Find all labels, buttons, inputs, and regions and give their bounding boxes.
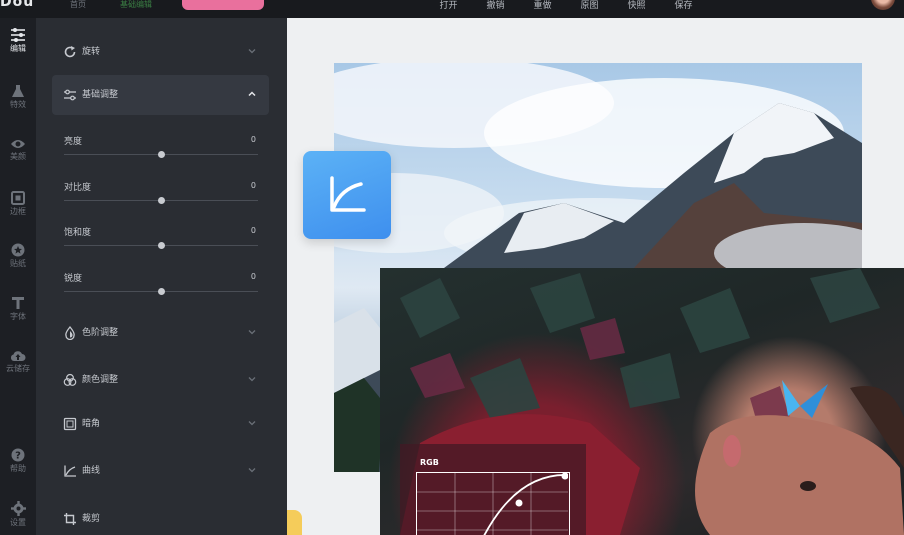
section-crop[interactable]: 裁剪: [52, 499, 269, 535]
slider-sharpness[interactable]: 锐度 0: [64, 272, 258, 303]
add-feature-tile: [287, 510, 302, 535]
slider-value: 0: [250, 226, 256, 235]
toolbar-save[interactable]: 保存: [660, 0, 707, 14]
curve-graph[interactable]: [416, 472, 570, 535]
curve-grid: [417, 472, 569, 535]
section-label: 颜色调整: [82, 375, 119, 385]
top-menu-basic-edit[interactable]: 基础编辑: [120, 0, 152, 18]
portrait-photo: RGB: [380, 268, 904, 535]
slider-contrast[interactable]: 对比度 0: [64, 181, 258, 212]
chevron-down-icon: [248, 330, 256, 335]
top-menu-home[interactable]: 首页: [70, 0, 86, 18]
svg-text:?: ?: [15, 451, 21, 462]
rail-label: 特效: [10, 100, 26, 109]
slider-label: 锐度: [64, 274, 83, 284]
rail-label: 美颜: [10, 152, 26, 161]
rail-item-frame[interactable]: 边框: [0, 191, 36, 217]
section-label: 暗角: [82, 419, 101, 429]
curve-icon: [330, 176, 366, 212]
drop-icon: [65, 326, 75, 340]
slider-value: 0: [250, 272, 256, 281]
tool-rail: 编辑 特效 美颜 边框 贴纸 字体 云储存 ? 帮助 设置: [0, 18, 36, 535]
section-levels[interactable]: 色阶调整: [52, 313, 269, 353]
curve-editor-panel[interactable]: RGB: [400, 444, 586, 535]
chevron-up-icon: [248, 91, 256, 97]
section-label: 基础调整: [82, 90, 119, 100]
section-curves[interactable]: 曲线: [52, 451, 269, 491]
frame-icon: [11, 191, 25, 205]
app-logo[interactable]: Dou: [0, 0, 34, 10]
rail-label: 云储存: [6, 364, 30, 373]
slider-value: 0: [250, 135, 256, 144]
rail-label: 边框: [10, 207, 26, 216]
section-rotate[interactable]: 旋转: [52, 32, 269, 72]
rail-item-sticker[interactable]: 贴纸: [0, 243, 36, 269]
rail-item-effects[interactable]: 特效: [0, 84, 36, 110]
curve-point[interactable]: [561, 472, 569, 480]
slider-label: 饱和度: [64, 228, 92, 238]
sliders-icon: [11, 28, 25, 42]
section-label: 色阶调整: [82, 328, 119, 338]
help-icon: ?: [11, 448, 25, 462]
avatar[interactable]: [871, 0, 895, 10]
section-label: 旋转: [82, 47, 101, 57]
rail-label: 帮助: [10, 464, 26, 473]
toolbar: 打开 撤销 重做 原图 快照 保存: [425, 0, 707, 14]
chevron-down-icon: [248, 468, 256, 473]
chevron-down-icon: [248, 377, 256, 382]
toolbar-redo[interactable]: 重做: [519, 0, 566, 14]
color-circles-icon: [63, 373, 77, 386]
section-color[interactable]: 颜色调整: [52, 360, 269, 400]
crop-icon: [64, 513, 76, 525]
toolbar-undo[interactable]: 撤销: [472, 0, 519, 14]
image-canvas[interactable]: RGB: [287, 18, 904, 535]
sticker-icon: [11, 243, 25, 257]
rail-item-beauty[interactable]: 美颜: [0, 138, 36, 162]
adjust-icon: [64, 89, 76, 101]
slider-handle[interactable]: [157, 288, 165, 295]
chevron-down-icon: [248, 421, 256, 426]
slider-brightness[interactable]: 亮度 0: [64, 135, 258, 166]
section-vignette[interactable]: 暗角: [52, 404, 269, 444]
curve-channel-label: RGB: [420, 458, 439, 467]
rail-label: 设置: [10, 518, 26, 527]
gear-icon: [10, 501, 26, 516]
slider-label: 亮度: [64, 137, 83, 147]
rail-item-settings[interactable]: 设置: [0, 501, 36, 528]
rotate-icon: [64, 46, 76, 58]
chevron-down-icon: [248, 49, 256, 54]
rail-item-font[interactable]: 字体: [0, 296, 36, 322]
rail-item-help[interactable]: ? 帮助: [0, 448, 36, 474]
top-bar: Dou 首页 基础编辑 打开 撤销 重做 原图 快照 保存: [0, 0, 904, 18]
vignette-icon: [63, 417, 77, 431]
slider-value: 0: [250, 181, 256, 190]
rail-label: 贴纸: [10, 259, 26, 268]
curve-point[interactable]: [515, 499, 523, 507]
rail-item-cloud[interactable]: 云储存: [0, 349, 36, 374]
cloud-upload-icon: [10, 351, 26, 361]
section-label: 曲线: [82, 466, 101, 476]
flask-icon: [12, 85, 24, 97]
slider-handle[interactable]: [157, 151, 165, 158]
rail-label: 字体: [10, 312, 26, 321]
section-label: 裁剪: [82, 514, 101, 524]
slider-saturation[interactable]: 饱和度 0: [64, 226, 258, 257]
eye-icon: [11, 140, 25, 148]
toolbar-open[interactable]: 打开: [425, 0, 472, 14]
slider-handle[interactable]: [157, 242, 165, 249]
rail-label: 编辑: [10, 44, 26, 53]
slider-handle[interactable]: [157, 197, 165, 204]
curve-feature-tile: [303, 151, 391, 239]
toolbar-snapshot[interactable]: 快照: [613, 0, 660, 14]
slider-label: 对比度: [64, 183, 92, 193]
rail-item-edit[interactable]: 编辑: [0, 28, 36, 54]
toolbar-original[interactable]: 原图: [566, 0, 613, 14]
adjust-panel: 旋转 基础调整 亮度 0 对比度 0 饱和度 0 锐度 0 色阶调整 颜色调整: [36, 18, 287, 535]
section-basic-adjust[interactable]: 基础调整: [52, 75, 269, 115]
text-icon: [12, 297, 24, 309]
top-action-button[interactable]: [182, 0, 264, 10]
curve-icon: [64, 465, 76, 477]
